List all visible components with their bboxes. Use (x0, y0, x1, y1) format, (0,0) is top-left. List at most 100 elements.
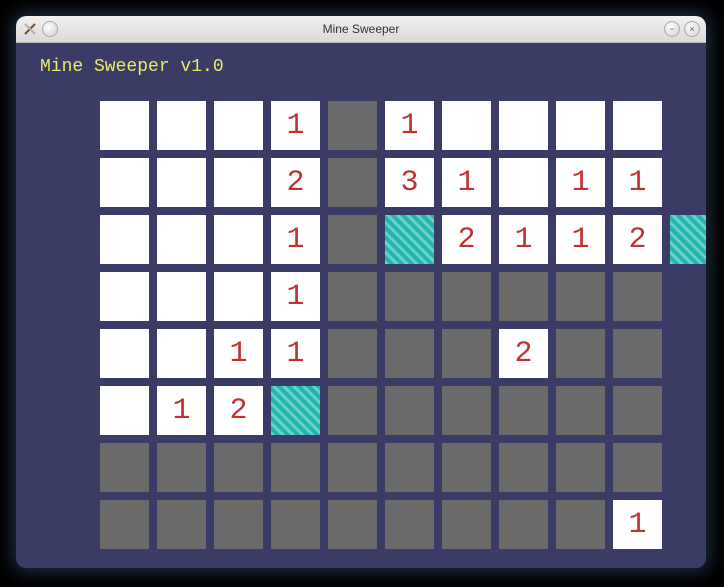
cell-open-2: 2 (499, 329, 548, 378)
cell-open (499, 101, 548, 150)
cell-open (157, 215, 206, 264)
cell-covered[interactable] (442, 329, 491, 378)
cell-open (100, 101, 149, 150)
game-area: Mine Sweeper v1.0 1123111121121112121 (16, 43, 706, 563)
cell-open-1: 1 (442, 158, 491, 207)
minimize-button[interactable]: − (664, 21, 680, 37)
cell-open (100, 215, 149, 264)
cell-covered[interactable] (328, 272, 377, 321)
titlebar-right-controls: − × (664, 21, 700, 37)
cell-empty (670, 386, 706, 435)
cell-open-2: 2 (613, 215, 662, 264)
cell-open (442, 101, 491, 150)
cell-covered[interactable] (328, 500, 377, 549)
cell-open-1: 1 (499, 215, 548, 264)
cell-covered[interactable] (499, 500, 548, 549)
cell-covered[interactable] (385, 443, 434, 492)
cell-open-1: 1 (613, 158, 662, 207)
cell-covered[interactable] (499, 272, 548, 321)
cell-covered[interactable] (100, 443, 149, 492)
cell-covered[interactable] (442, 443, 491, 492)
cell-covered[interactable] (613, 443, 662, 492)
titlebar: Mine Sweeper − × (16, 16, 706, 43)
cell-empty (670, 329, 706, 378)
cell-flag[interactable] (385, 215, 434, 264)
game-board: 1123111121121112121 (100, 101, 682, 549)
window-title: Mine Sweeper (16, 22, 706, 36)
cell-covered[interactable] (214, 443, 263, 492)
cell-covered[interactable] (328, 158, 377, 207)
cell-open-2: 2 (271, 158, 320, 207)
cell-covered[interactable] (385, 329, 434, 378)
cell-covered[interactable] (271, 500, 320, 549)
cell-open-1: 1 (271, 101, 320, 150)
cell-open-1: 1 (385, 101, 434, 150)
app-icon (22, 21, 38, 37)
cell-covered[interactable] (499, 386, 548, 435)
cell-open (100, 386, 149, 435)
cell-covered[interactable] (214, 500, 263, 549)
cell-open (157, 158, 206, 207)
cell-empty (670, 443, 706, 492)
cell-open-1: 1 (271, 215, 320, 264)
cell-covered[interactable] (613, 386, 662, 435)
cell-open-2: 2 (214, 386, 263, 435)
cell-empty (670, 272, 706, 321)
cell-open (214, 215, 263, 264)
cell-open-1: 1 (613, 500, 662, 549)
cell-open (499, 158, 548, 207)
cell-covered[interactable] (328, 101, 377, 150)
titlebar-left-controls (16, 21, 58, 37)
cell-empty (670, 158, 706, 207)
cell-covered[interactable] (157, 443, 206, 492)
cell-covered[interactable] (328, 215, 377, 264)
cell-open (214, 158, 263, 207)
cell-empty (670, 500, 706, 549)
close-button[interactable]: × (684, 21, 700, 37)
cell-open (613, 101, 662, 150)
cell-open (157, 329, 206, 378)
cell-open (556, 101, 605, 150)
cell-open (100, 158, 149, 207)
cell-open-1: 1 (271, 329, 320, 378)
cell-open-1: 1 (157, 386, 206, 435)
cell-open (157, 101, 206, 150)
cell-covered[interactable] (556, 443, 605, 492)
cell-covered[interactable] (556, 272, 605, 321)
cell-flag[interactable] (670, 215, 706, 264)
cell-covered[interactable] (385, 386, 434, 435)
cell-open (157, 272, 206, 321)
cell-covered[interactable] (442, 386, 491, 435)
version-label: Mine Sweeper v1.0 (40, 57, 682, 77)
cell-covered[interactable] (556, 386, 605, 435)
cell-covered[interactable] (100, 500, 149, 549)
cell-covered[interactable] (328, 329, 377, 378)
cell-open (214, 101, 263, 150)
cell-open-1: 1 (214, 329, 263, 378)
cell-covered[interactable] (328, 443, 377, 492)
cell-open-1: 1 (271, 272, 320, 321)
cell-empty (670, 101, 706, 150)
cell-open (100, 272, 149, 321)
app-window: Mine Sweeper − × Mine Sweeper v1.0 11231… (16, 16, 706, 568)
cell-covered[interactable] (328, 386, 377, 435)
cell-covered[interactable] (613, 329, 662, 378)
cell-covered[interactable] (442, 500, 491, 549)
cell-covered[interactable] (271, 443, 320, 492)
cell-covered[interactable] (613, 272, 662, 321)
cell-covered[interactable] (556, 500, 605, 549)
cell-open-3: 3 (385, 158, 434, 207)
cell-covered[interactable] (442, 272, 491, 321)
cell-covered[interactable] (499, 443, 548, 492)
cell-covered[interactable] (556, 329, 605, 378)
cell-open-1: 1 (556, 215, 605, 264)
titlebar-secondary-button[interactable] (42, 21, 58, 37)
cell-open (100, 329, 149, 378)
cell-covered[interactable] (385, 272, 434, 321)
cell-flag[interactable] (271, 386, 320, 435)
cell-open-2: 2 (442, 215, 491, 264)
cell-open (214, 272, 263, 321)
cell-open-1: 1 (556, 158, 605, 207)
cell-covered[interactable] (385, 500, 434, 549)
cell-covered[interactable] (157, 500, 206, 549)
